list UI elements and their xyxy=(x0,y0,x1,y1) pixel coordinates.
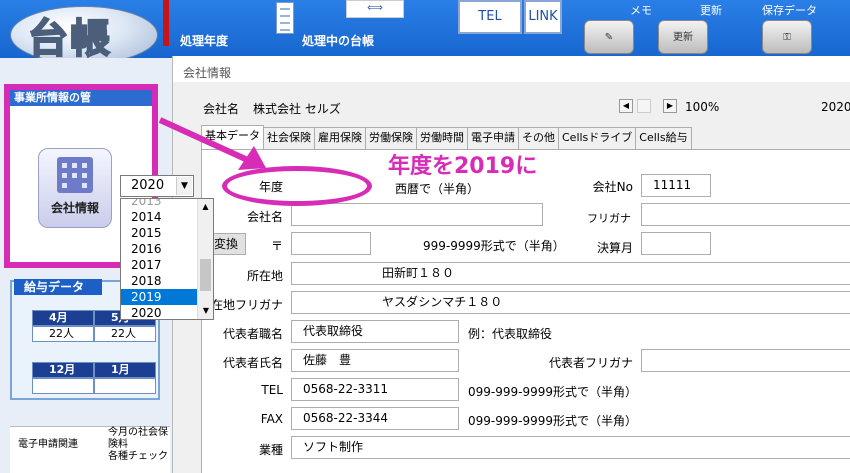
scroll-thumb[interactable] xyxy=(200,259,211,291)
year-option[interactable]: 2016 xyxy=(121,241,199,257)
dialog-title: 会社情報 xyxy=(183,66,232,80)
company-name-header-label: 会社名 xyxy=(203,102,240,116)
rep-name-label: 代表者氏名 xyxy=(222,356,283,370)
rep-kana-label: 代表者フリガナ xyxy=(548,356,633,370)
tel-button[interactable]: TEL xyxy=(458,0,522,34)
update-label: 更新 xyxy=(700,4,722,17)
company-info-button[interactable]: 会社情報 xyxy=(38,148,112,228)
app-logo-text: 台帳 xyxy=(27,14,112,63)
link-button[interactable]: LINK xyxy=(524,0,562,34)
next-record-button[interactable]: ▶ xyxy=(663,99,677,113)
industry-input[interactable]: ソフト制作 xyxy=(291,436,850,459)
address-label: 所在地 xyxy=(246,269,283,283)
tel-input[interactable]: 0568-22-3311 xyxy=(291,378,459,401)
month-count xyxy=(32,378,94,394)
update-icon[interactable]: 更新 xyxy=(658,20,708,54)
zoom-level: 100% xyxy=(685,100,720,114)
red-marker xyxy=(163,0,169,46)
month-count xyxy=(94,378,156,394)
furigana-label: フリガナ xyxy=(587,212,631,225)
scroll-up-icon[interactable]: ▲ xyxy=(198,199,213,215)
rep-title-label: 代表者職名 xyxy=(222,327,283,341)
month-count: 22人 xyxy=(94,326,156,342)
rep-title-input[interactable]: 代表取締役 xyxy=(291,320,459,343)
briefcase-icon[interactable]: ⚿ xyxy=(762,20,812,54)
ledger-doc-icon[interactable] xyxy=(276,2,294,34)
dialog-title-bar xyxy=(173,56,850,82)
year-option[interactable]: 2015 xyxy=(121,225,199,241)
year-option[interactable]: 2020 xyxy=(121,305,199,319)
tel-note: 099-999-9999形式で（半角） xyxy=(468,385,638,399)
company-no-label: 会社No xyxy=(592,180,633,194)
tel-label: TEL xyxy=(261,383,283,397)
processing-year-label: 処理年度 xyxy=(180,34,229,48)
e-filing-label[interactable]: 電子申請関連 xyxy=(18,435,78,450)
month-grid: 4月 5月 22人 22人 12月 1月 xyxy=(32,310,172,394)
building-icon xyxy=(57,157,93,193)
scroll-down-icon[interactable]: ▼ xyxy=(198,303,213,319)
annotation-ellipse xyxy=(222,166,372,206)
fax-note: 099-999-9999形式で（半角） xyxy=(468,414,638,428)
fax-input[interactable]: 0568-22-3344 xyxy=(291,407,459,430)
memo-icon[interactable]: ✎ xyxy=(584,20,634,54)
year-select[interactable]: 2020 ▼ xyxy=(120,175,194,197)
month-count: 22人 xyxy=(32,326,94,342)
tab-employment-insurance[interactable]: 雇用保険 xyxy=(314,127,366,149)
memo-label: メモ xyxy=(630,4,652,17)
record-slider[interactable] xyxy=(637,99,651,113)
tab-social-insurance[interactable]: 社会保険 xyxy=(263,127,315,149)
tab-working-hours[interactable]: 労働時間 xyxy=(416,127,468,149)
industry-label: 業種 xyxy=(258,443,283,457)
fax-label: FAX xyxy=(260,412,283,426)
year-note: 西暦で（半角） xyxy=(395,182,480,196)
company-name-label: 会社名 xyxy=(246,210,283,224)
processing-ledger-label: 処理中の台帳 xyxy=(302,34,375,48)
fiscal-month-input[interactable] xyxy=(641,232,711,255)
company-name-header: 株式会社 セルズ xyxy=(253,102,341,116)
month-header[interactable]: 4月 xyxy=(32,310,94,326)
month-header[interactable]: 12月 xyxy=(32,362,94,378)
swap-arrows-icon[interactable]: ⟺ xyxy=(346,0,404,18)
rep-name-input[interactable]: 佐藤 豊 xyxy=(291,349,459,372)
company-info-button-label: 会社情報 xyxy=(50,201,99,215)
bottom-left-panel: 電子申請関連 今月の社会保険料 各種チェック xyxy=(10,426,170,473)
social-insurance-check-label[interactable]: 今月の社会保険料 各種チェック xyxy=(108,427,170,463)
header-year: 2020 xyxy=(821,100,850,114)
tab-e-filing[interactable]: 電子申請 xyxy=(467,127,519,149)
year-option[interactable]: 2018 xyxy=(121,273,199,289)
chevron-down-icon[interactable]: ▼ xyxy=(176,177,192,195)
month-header[interactable]: 1月 xyxy=(94,362,156,378)
tab-basic-data[interactable]: 基本データ xyxy=(201,125,264,149)
year-option[interactable]: 2014 xyxy=(121,209,199,225)
furigana-input[interactable] xyxy=(641,203,850,226)
tab-bar: 基本データ 社会保険 雇用保険 労働保険 労働時間 電子申請 その他 Cells… xyxy=(201,125,692,149)
tab-other[interactable]: その他 xyxy=(518,127,559,149)
year-option[interactable]: 2017 xyxy=(121,257,199,273)
saved-data-label: 保存データ xyxy=(762,4,817,17)
tab-cells-drive[interactable]: Cellsドライブ xyxy=(558,127,637,149)
tab-labor-insurance[interactable]: 労働保険 xyxy=(365,127,417,149)
annotation-text: 年度を2019に xyxy=(386,153,538,181)
rep-kana-input[interactable] xyxy=(641,349,850,372)
rep-title-note: 例：代表取締役 xyxy=(468,327,553,341)
zip-note: 999-9999形式で（半角） xyxy=(423,239,565,253)
tab-cells-payroll[interactable]: Cells給与 xyxy=(635,127,692,149)
company-name-input[interactable] xyxy=(291,203,543,226)
company-no-input[interactable]: 11111 xyxy=(641,174,711,197)
fiscal-month-label: 決算月 xyxy=(596,241,633,255)
zip-input[interactable] xyxy=(291,232,371,255)
year-dropdown-list[interactable]: 2013 2014 2015 2016 2017 2018 2019 2020 … xyxy=(120,198,214,320)
year-option[interactable]: 2013 xyxy=(121,199,199,209)
year-option-selected[interactable]: 2019 xyxy=(121,289,199,305)
address-kana-input[interactable]: ヤスダシンマチ１８０ xyxy=(291,291,850,314)
dropdown-scrollbar[interactable]: ▲ ▼ xyxy=(197,199,213,319)
prev-record-button[interactable]: ◀ xyxy=(619,99,633,113)
company-info-dialog: 会社情報 会社名 株式会社 セルズ ◀ ▶ 100% 2020 基本データ 社会… xyxy=(172,56,850,473)
zip-label: 〒 xyxy=(270,239,283,253)
year-select-value: 2020 xyxy=(131,178,165,193)
office-info-title: 事業所情報の管 xyxy=(10,90,152,106)
payroll-title: 給与データ xyxy=(14,279,102,295)
address-input[interactable]: 田新町１８０ xyxy=(291,262,850,285)
